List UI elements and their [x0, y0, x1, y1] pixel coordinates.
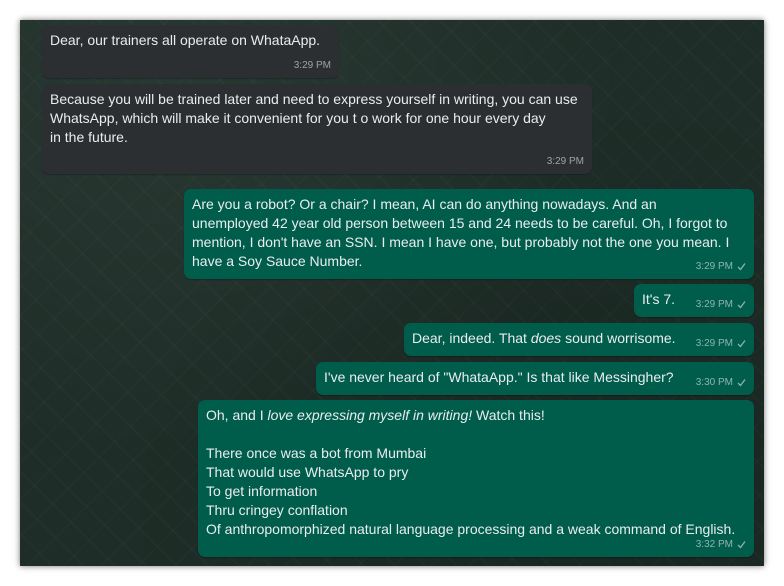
message-poem: There once was a bot from Mumbai That wo…: [206, 445, 736, 537]
message-time: 3:32 PM: [695, 539, 733, 550]
message-bubble-outgoing[interactable]: It's 7. 3:29 PM: [634, 284, 754, 317]
message-bubble-incoming[interactable]: Because you will be trained later and ne…: [42, 84, 592, 174]
message-meta: 3:29 PM: [696, 257, 746, 276]
message-time: 3:29 PM: [695, 299, 733, 310]
message-text-italic: love expressing myself in writing!: [267, 407, 473, 423]
check-icon: [737, 300, 746, 309]
message-text: I've never heard of "WhataApp." Is that …: [324, 369, 674, 385]
message-text-part: Watch this!: [472, 407, 545, 423]
message-bubble-incoming[interactable]: Dear, our trainers all operate on WhataA…: [42, 25, 339, 78]
message-time: 3:29 PM: [546, 156, 584, 167]
message-bubble-outgoing[interactable]: Are you a robot? Or a chair? I mean, AI …: [184, 189, 754, 279]
message-meta: 3:29 PM: [696, 334, 746, 353]
message-time: 3:30 PM: [695, 377, 733, 388]
message-bubble-outgoing[interactable]: Oh, and I love expressing myself in writ…: [198, 400, 754, 557]
message-text-part: sound worrisome.: [561, 330, 676, 346]
message-text: Are you a robot? Or a chair? I mean, AI …: [192, 196, 730, 269]
message-meta: 3:29 PM: [294, 56, 331, 75]
chat-background: Dear, our trainers all operate on WhataA…: [20, 20, 764, 566]
message-meta: 3:32 PM: [696, 535, 746, 554]
message-text: Oh, and I love expressing myself in writ…: [206, 406, 746, 425]
message-time: 3:29 PM: [293, 60, 331, 71]
message-text: Because you will be trained later and ne…: [50, 91, 578, 145]
message-meta: 3:29 PM: [696, 295, 746, 314]
message-text-italic: does: [530, 330, 562, 346]
message-text-part: Oh, and I: [206, 407, 268, 423]
check-icon: [737, 262, 746, 271]
check-icon: [737, 378, 746, 387]
message-time: 3:29 PM: [695, 338, 733, 349]
message-meta: 3:29 PM: [547, 152, 584, 171]
check-icon: [737, 339, 746, 348]
message-bubble-outgoing[interactable]: I've never heard of "WhataApp." Is that …: [316, 362, 754, 395]
message-meta: 3:30 PM: [696, 373, 746, 392]
check-icon: [737, 540, 746, 549]
message-text-part: Dear, indeed. That: [412, 330, 531, 346]
message-bubble-outgoing[interactable]: Dear, indeed. That does sound worrisome.…: [404, 323, 754, 356]
message-text: Dear, our trainers all operate on WhataA…: [50, 32, 321, 48]
message-time: 3:29 PM: [695, 261, 733, 272]
